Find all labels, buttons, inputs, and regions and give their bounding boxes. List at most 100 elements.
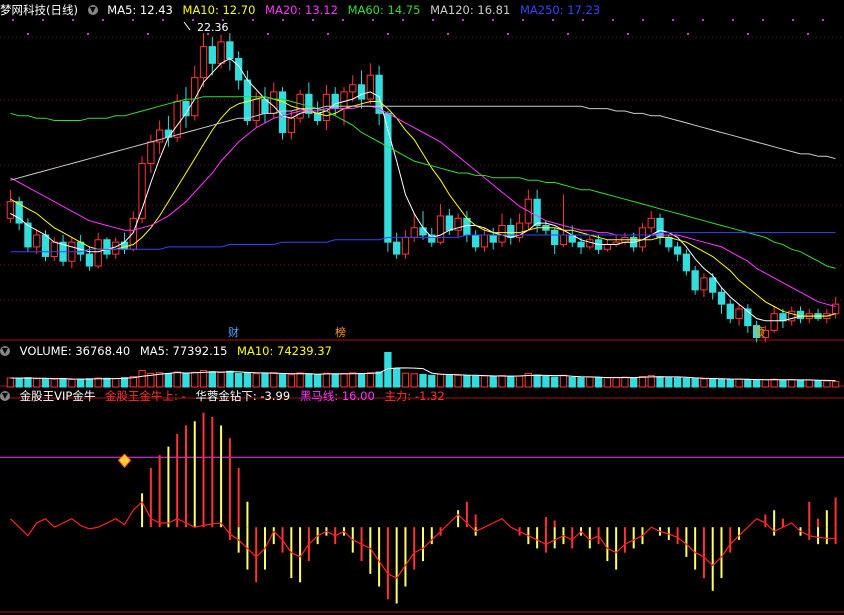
candle-body — [603, 244, 612, 250]
candle-body — [50, 241, 58, 257]
marker-financial[interactable]: 财 — [227, 327, 240, 339]
candle-body — [199, 46, 208, 79]
volume-bar — [577, 377, 585, 388]
stock-chart[interactable]: 22.36 — [0, 0, 844, 615]
volume-ma5-label: MA5: 77392.15 — [139, 344, 228, 358]
candle-body — [709, 277, 717, 293]
candle-body — [445, 215, 453, 231]
volume-bar — [594, 377, 603, 388]
signal-dot — [432, 19, 434, 21]
signal-dot — [507, 33, 509, 35]
ma60-label: MA60: 14.75 — [347, 3, 421, 17]
candle-body — [357, 84, 366, 100]
candle-body — [173, 100, 181, 138]
volume-bar — [208, 371, 216, 388]
main-force-label: 主力: -1.32 — [384, 389, 445, 403]
volume-bar — [761, 379, 770, 388]
volume-bar — [630, 377, 638, 388]
volume-bar — [191, 371, 199, 388]
candle-body — [735, 308, 743, 319]
volume-bar — [243, 372, 252, 388]
signal-dot — [672, 19, 674, 21]
signal-dot — [807, 33, 809, 35]
volume-bar — [296, 372, 304, 388]
candle-body — [638, 227, 647, 248]
candle-body — [489, 234, 497, 243]
signal-dot — [27, 33, 29, 35]
candle-body — [717, 291, 726, 305]
volume-bar — [15, 377, 23, 388]
volume-bar — [182, 372, 190, 388]
marker-ranking[interactable]: 榜 — [334, 327, 347, 339]
signal-dot — [582, 19, 584, 21]
volume-label: VOLUME: 36768.40 — [19, 344, 131, 358]
grid-lines — [0, 19, 844, 613]
symbol-title[interactable]: 梦网科技(日线) — [0, 3, 78, 17]
signal-dot — [327, 33, 329, 35]
volume-bar — [814, 380, 822, 388]
signal-dot — [822, 19, 824, 21]
signal-dot — [762, 19, 764, 21]
candle-body — [665, 236, 673, 248]
collapse-icon[interactable]: ▼ — [87, 5, 98, 15]
signal-dot — [87, 33, 89, 35]
signal-dot — [627, 33, 629, 35]
volume-bar — [717, 378, 726, 388]
volume-bar — [568, 376, 576, 388]
price-plot[interactable] — [6, 33, 840, 343]
volume-bar — [226, 370, 234, 388]
volume-bar — [331, 373, 339, 388]
candle-body — [278, 91, 287, 133]
volume-bar — [103, 377, 111, 388]
volume-bar — [428, 374, 436, 388]
volume-bar — [831, 380, 840, 388]
signal-dot — [642, 19, 644, 21]
collapse-icon[interactable]: ▼ — [0, 346, 10, 356]
indicator-plot[interactable] — [0, 412, 844, 604]
signal-dot — [342, 19, 344, 21]
volume-bar — [349, 372, 357, 388]
volume-bar — [234, 373, 243, 388]
volume-bar — [463, 375, 471, 388]
volume-bar — [779, 379, 787, 388]
volume-bar — [551, 376, 559, 388]
volume-bar — [112, 378, 120, 388]
signal-dot — [72, 19, 74, 21]
candle-body — [586, 239, 594, 248]
candle-body — [498, 224, 506, 243]
signal-dot — [372, 19, 374, 21]
marker-forecast[interactable]: 预 — [753, 327, 766, 339]
ma-line-ma120 — [10, 105, 836, 181]
signal-dot — [162, 19, 164, 21]
high-price-annotation: 22.36 — [183, 21, 229, 34]
volume-bar — [24, 377, 32, 388]
candle-body — [384, 112, 392, 243]
volume-bar — [673, 377, 682, 388]
volume-bar — [691, 378, 699, 388]
candle-body — [533, 198, 541, 226]
volume-bar — [401, 372, 410, 388]
volume-bar — [498, 375, 506, 388]
candle-body — [366, 74, 374, 100]
signal-dot — [102, 19, 104, 21]
candle-body — [673, 246, 682, 255]
volume-bar — [287, 374, 295, 388]
signal-dot — [12, 19, 14, 21]
signal-dot — [267, 33, 269, 35]
volume-bar — [489, 376, 497, 388]
signal-dot — [402, 19, 404, 21]
volume-bar — [305, 373, 313, 388]
volume-bar — [410, 373, 418, 388]
collapse-icon[interactable]: ▼ — [0, 391, 10, 401]
volume-bar — [59, 378, 67, 388]
candle-body — [226, 41, 234, 60]
indicator-name[interactable]: 金股王VIP金牛 — [20, 389, 96, 403]
candle-body — [103, 239, 111, 255]
signal-dot — [687, 33, 689, 35]
volume-bar — [340, 373, 348, 388]
volume-bar — [261, 372, 269, 388]
volume-bar — [164, 373, 173, 388]
candle-body — [85, 253, 94, 267]
signal-dot — [462, 19, 464, 21]
volume-bar — [752, 379, 761, 388]
